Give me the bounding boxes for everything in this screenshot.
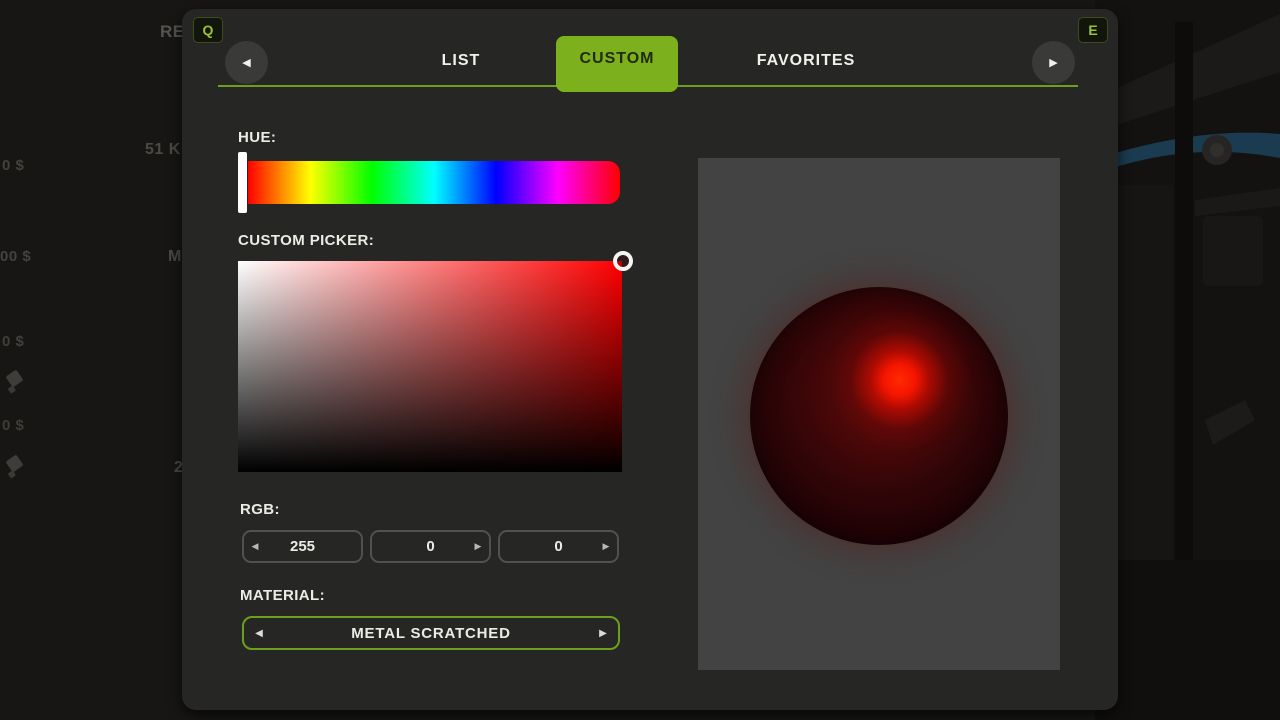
material-prev-button[interactable]: ◀ [244,628,274,639]
material-selector[interactable]: ◀ METAL SCRATCHED ▶ [242,616,620,650]
green-value[interactable]: 0 [394,538,467,555]
next-tab-button[interactable]: ▶ [1032,41,1075,84]
tab-favorites[interactable]: FAVORITES [736,50,876,72]
keyboard-hint-q: Q [193,17,223,43]
hue-slider[interactable] [248,161,620,204]
tab-list[interactable]: LIST [401,50,521,72]
rgb-label: RGB: [240,501,280,518]
green-stepper: 0 ▶ [370,530,491,563]
saturation-value-gradient[interactable] [238,261,622,472]
color-picker-dialog: Q E ◀ ▶ LIST CUSTOM FAVORITES HUE: CUSTO… [182,9,1118,710]
red-value[interactable]: 255 [266,538,339,555]
bg-price-label: 0 $ [2,157,24,174]
bg-price-label: 0 $ [2,333,24,350]
prev-tab-button[interactable]: ◀ [225,41,268,84]
arrow-left-icon: ◀ [242,56,250,69]
green-increment-button[interactable]: ▶ [467,541,489,552]
bg-paint-icon [5,454,23,472]
paint-customization-screen: RE 51 K 0 $ 00 $ M 0 $ 0 $ 2 Q E ◀ ▶ [0,0,1280,720]
keyboard-hint-e: E [1078,17,1108,43]
bg-text-fragment: RE [160,22,185,42]
hue-label: HUE: [238,129,276,146]
custom-picker-label: CUSTOM PICKER: [238,232,374,249]
hue-slider-handle[interactable] [238,152,247,213]
material-next-button[interactable]: ▶ [588,628,618,639]
blue-increment-button[interactable]: ▶ [595,541,617,552]
bg-text-fragment: M [168,248,182,266]
material-value: METAL SCRATCHED [274,625,588,642]
tab-custom[interactable]: CUSTOM [556,36,678,92]
material-preview-sphere [750,287,1008,545]
bg-price-label: 0 $ [2,417,24,434]
color-picker-handle[interactable] [613,251,633,271]
bg-price-label: 51 K [145,141,181,159]
arrow-right-icon: ▶ [1049,56,1057,69]
red-decrement-button[interactable]: ◀ [244,541,266,552]
red-stepper: ◀ 255 [242,530,363,563]
bg-garage-scene [1095,0,1280,720]
color-preview-panel [698,158,1060,670]
bg-price-label: 00 $ [0,248,31,265]
material-label: MATERIAL: [240,587,325,604]
blue-stepper: 0 ▶ [498,530,619,563]
bg-paint-icon [5,369,23,387]
blue-value[interactable]: 0 [522,538,595,555]
